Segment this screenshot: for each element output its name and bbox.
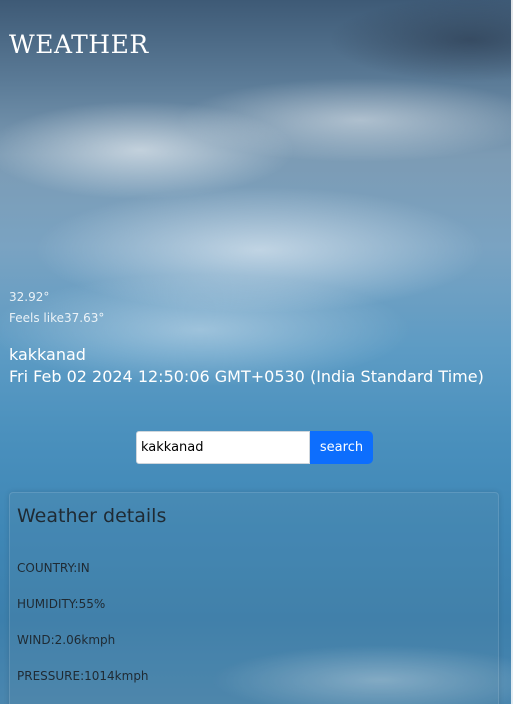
weather-details-title: Weather details (17, 505, 167, 527)
search-input[interactable] (136, 431, 310, 464)
current-datetime: Fri Feb 02 2024 12:50:06 GMT+0530 (India… (9, 367, 484, 386)
wind-detail: WIND:2.06kmph (17, 633, 116, 647)
pressure-detail: PRESSURE:1014kmph (17, 669, 149, 683)
search-bar: search (136, 431, 373, 464)
humidity-detail: HUMIDITY:55% (17, 597, 106, 611)
temperature-value: 32.92° (9, 290, 50, 304)
location-name: kakkanad (9, 345, 86, 364)
search-button[interactable]: search (310, 431, 373, 464)
country-detail: COUNTRY:IN (17, 561, 90, 575)
app-title: WEATHER (9, 30, 149, 59)
feels-like-value: Feels like37.63° (9, 311, 105, 325)
weather-details-card: Weather details COUNTRY:IN HUMIDITY:55% … (9, 492, 499, 704)
